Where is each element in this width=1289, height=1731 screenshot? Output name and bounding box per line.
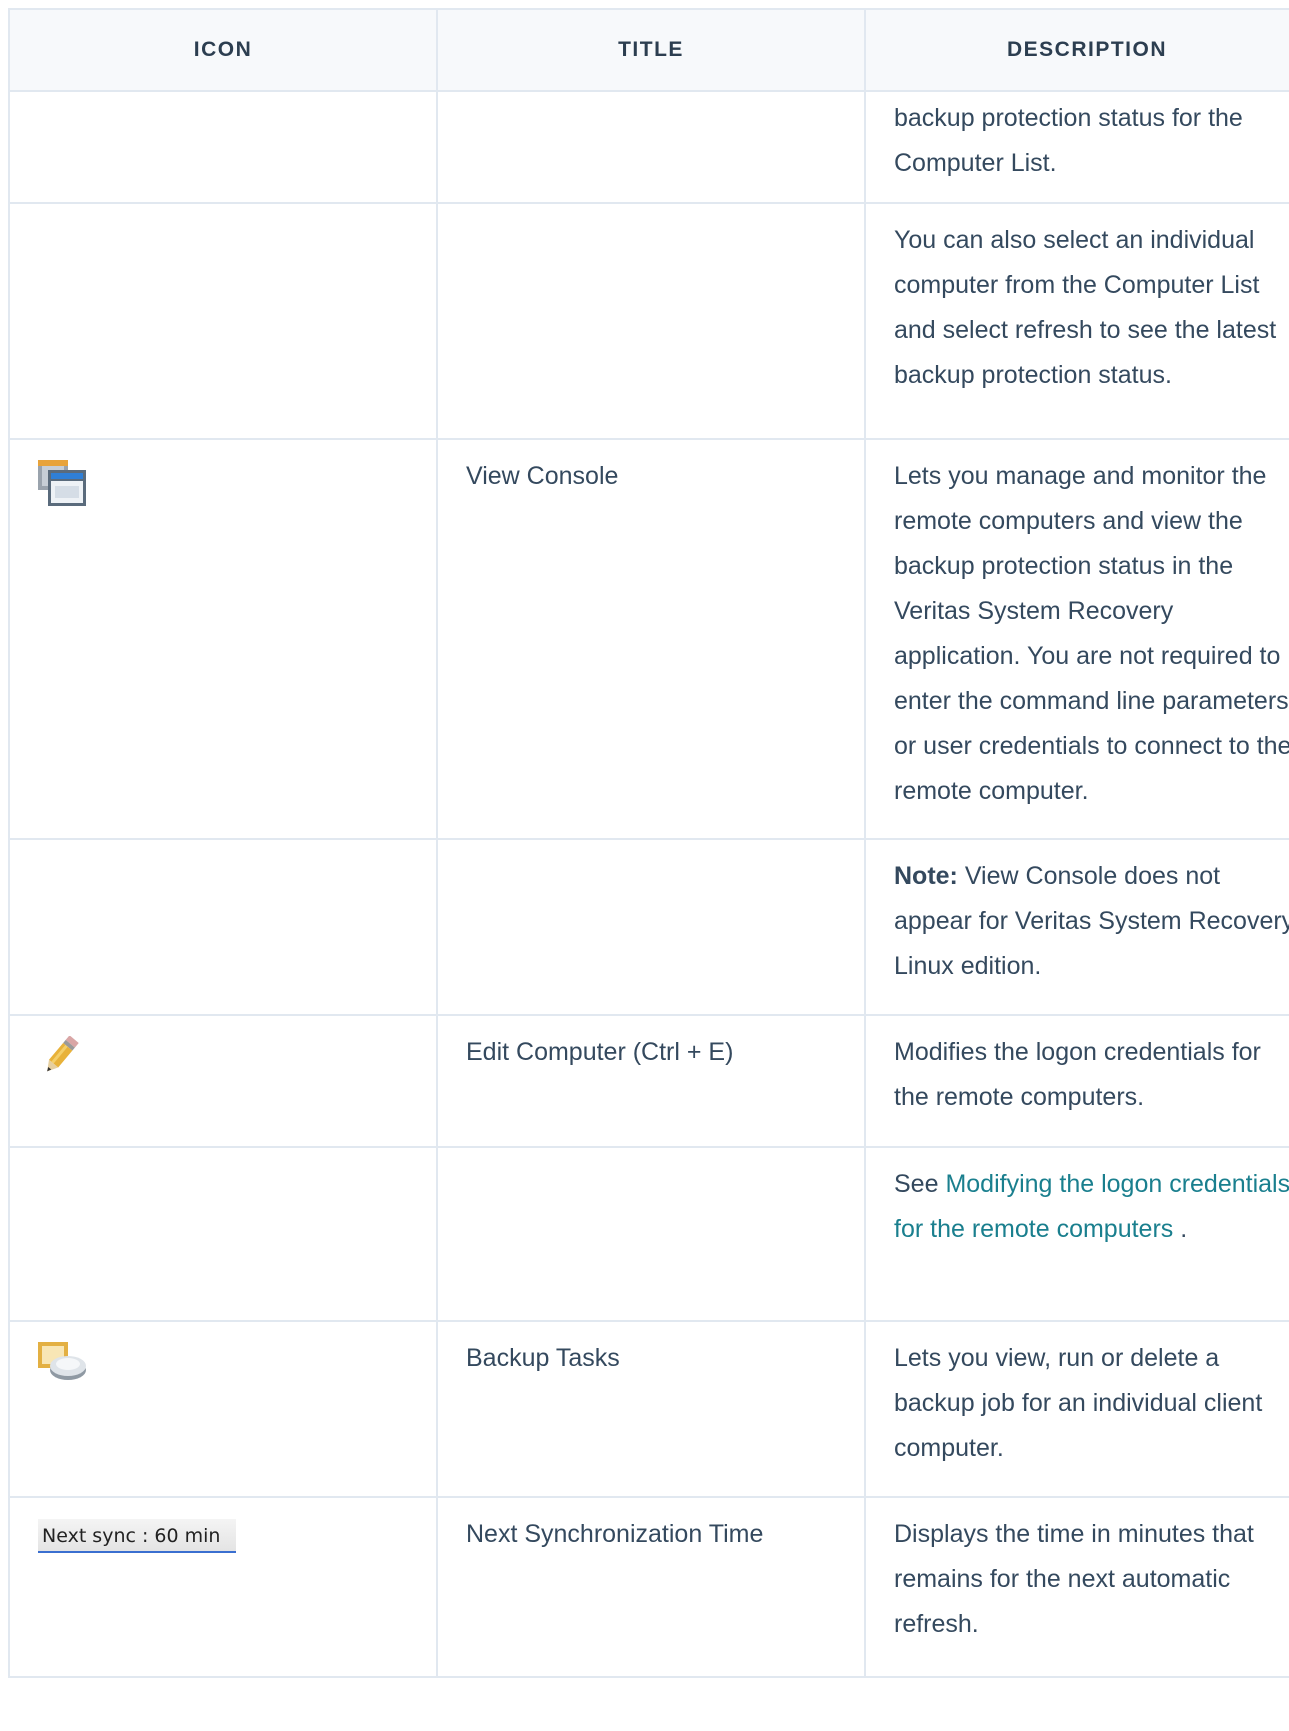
title-cell: Edit Computer (Ctrl + E) bbox=[436, 1014, 866, 1148]
table-row: Note: View Console does not appear for V… bbox=[8, 838, 1289, 1016]
icon-cell bbox=[8, 202, 438, 440]
description-cell: See Modifying the logon credentials for … bbox=[864, 1146, 1289, 1322]
table-row: Backup Tasks Lets you view, run or delet… bbox=[8, 1320, 1289, 1498]
title-cell: View Console bbox=[436, 438, 866, 840]
title-cell: Backup Tasks bbox=[436, 1320, 866, 1498]
description-cell: Modifies the logon credentials for the r… bbox=[864, 1014, 1289, 1148]
icon-cell: Next sync : 60 min bbox=[8, 1496, 438, 1678]
see-text: See bbox=[894, 1170, 946, 1198]
table-row: Next sync : 60 min Next Synchronization … bbox=[8, 1496, 1289, 1678]
backup-tasks-icon[interactable] bbox=[38, 1342, 88, 1397]
description-cell: Displays the time in minutes that remain… bbox=[864, 1496, 1289, 1678]
view-console-icon[interactable] bbox=[38, 460, 88, 523]
title-cell bbox=[436, 90, 866, 204]
pencil-icon[interactable] bbox=[38, 1035, 82, 1091]
table-row: backup protection status for the Compute… bbox=[8, 90, 1289, 204]
description-cell: You can also select an individual comput… bbox=[864, 202, 1289, 440]
description-cell: backup protection status for the Compute… bbox=[864, 90, 1289, 204]
icon-cell bbox=[8, 90, 438, 204]
icon-cell bbox=[8, 1014, 438, 1148]
icon-cell bbox=[8, 838, 438, 1016]
table-row: See Modifying the logon credentials for … bbox=[8, 1146, 1289, 1322]
header-description: DESCRIPTION bbox=[864, 8, 1289, 92]
description-cell: Lets you view, run or delete a backup jo… bbox=[864, 1320, 1289, 1498]
title-cell: Next Synchronization Time bbox=[436, 1496, 866, 1678]
header-title: TITLE bbox=[436, 8, 866, 92]
table-row: Edit Computer (Ctrl + E) Modifies the lo… bbox=[8, 1014, 1289, 1148]
trailing-period: . bbox=[1173, 1215, 1188, 1243]
title-cell bbox=[436, 838, 866, 1016]
toolbar-icons-table: ICON TITLE DESCRIPTION backup protection… bbox=[8, 8, 1289, 1678]
table-row: You can also select an individual comput… bbox=[8, 202, 1289, 440]
header-icon: ICON bbox=[8, 8, 438, 92]
title-cell bbox=[436, 202, 866, 440]
description-cell: Lets you manage and monitor the remote c… bbox=[864, 438, 1289, 840]
description-cell: Note: View Console does not appear for V… bbox=[864, 838, 1289, 1016]
icon-cell bbox=[8, 1320, 438, 1498]
icon-cell bbox=[8, 438, 438, 840]
table-header-row: ICON TITLE DESCRIPTION bbox=[8, 8, 1289, 92]
table-row: View Console Lets you manage and monitor… bbox=[8, 438, 1289, 840]
title-cell bbox=[436, 1146, 866, 1322]
modify-logon-credentials-link[interactable]: Modifying the logon credentials for the … bbox=[894, 1170, 1289, 1243]
note-label: Note: bbox=[894, 862, 958, 890]
next-sync-widget[interactable]: Next sync : 60 min bbox=[38, 1519, 236, 1553]
icon-cell bbox=[8, 1146, 438, 1322]
